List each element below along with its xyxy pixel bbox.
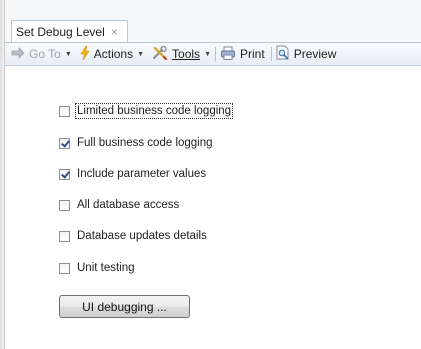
window-top-strip (5, 0, 421, 18)
print-preview-icon (276, 45, 290, 63)
debug-level-panel: Limited business code logging Full busin… (5, 66, 421, 349)
option-label: Database updates details (77, 230, 207, 242)
tools-label: Tools (172, 47, 201, 61)
option-label: All database access (77, 199, 180, 211)
toolbar: Go To ▼ Actions ▼ Tools ▼ Print Preview (5, 43, 421, 66)
tab-set-debug-level[interactable]: Set Debug Level × (11, 20, 128, 42)
actions-caret-icon: ▼ (137, 50, 145, 58)
preview-label: Preview (293, 47, 337, 61)
option-database-updates-details[interactable]: Database updates details (59, 228, 207, 244)
actions-label: Actions (93, 47, 134, 61)
lightning-icon (80, 45, 90, 63)
checkbox[interactable] (59, 230, 70, 242)
close-icon[interactable]: × (111, 25, 118, 39)
tab-bar: Set Debug Level × (5, 18, 421, 43)
checkbox[interactable] (59, 168, 70, 180)
tools-button[interactable]: Tools ▼ (152, 45, 211, 63)
option-label: Full business code logging (77, 137, 213, 149)
option-label: Include parameter values (77, 168, 207, 180)
option-include-parameter-values[interactable]: Include parameter values (59, 166, 206, 182)
checkbox[interactable] (59, 262, 70, 274)
ui-debugging-button[interactable]: UI debugging ... (59, 295, 190, 318)
option-limited-business-code-logging[interactable]: Limited business code logging (59, 103, 234, 119)
option-label: Unit testing (77, 262, 135, 274)
goto-button[interactable]: Go To ▼ (11, 46, 72, 62)
printer-icon (220, 46, 236, 63)
checkbox[interactable] (59, 105, 70, 117)
goto-caret-icon: ▼ (64, 50, 72, 58)
checkbox[interactable] (59, 137, 70, 149)
goto-icon (11, 46, 25, 62)
option-all-database-access[interactable]: All database access (59, 197, 179, 213)
tools-icon (152, 45, 168, 63)
tab-title: Set Debug Level (16, 24, 105, 39)
option-full-business-code-logging[interactable]: Full business code logging (59, 135, 213, 151)
tools-caret-icon: ▼ (204, 50, 211, 58)
option-label: Limited business code logging (74, 103, 234, 119)
option-unit-testing[interactable]: Unit testing (59, 260, 135, 276)
preview-button[interactable]: Preview (276, 45, 337, 63)
checkbox[interactable] (59, 199, 70, 211)
goto-label: Go To (29, 47, 61, 61)
actions-button[interactable]: Actions ▼ (80, 45, 145, 63)
toolbar-separator (215, 47, 216, 61)
print-label: Print (240, 47, 265, 61)
toolbar-separator (270, 47, 272, 61)
print-button[interactable]: Print (220, 46, 265, 63)
